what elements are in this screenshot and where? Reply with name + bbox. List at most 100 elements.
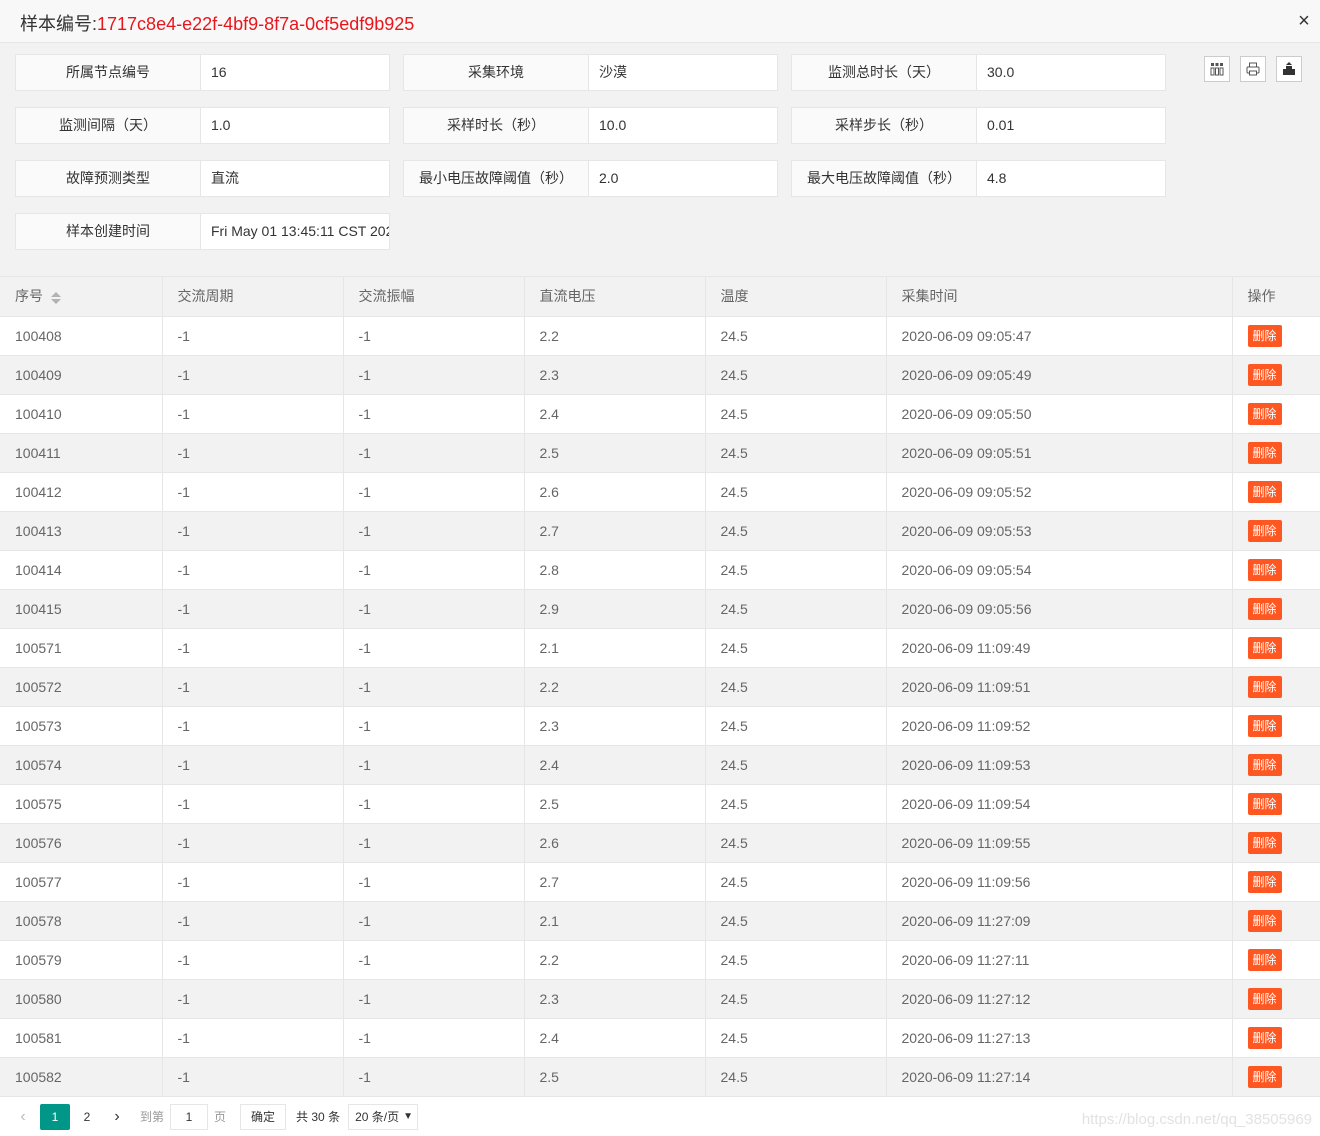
header-dc-voltage: 直流电压 — [524, 277, 706, 317]
cell-actions: 删除 — [1232, 316, 1320, 356]
field-value[interactable]: Fri May 01 13:45:11 CST 2020 — [201, 214, 389, 249]
header-seq[interactable]: 序号 — [0, 277, 163, 317]
field-value[interactable]: 10.0 — [589, 108, 777, 143]
dialog-content: 所属节点编号 16 采集环境 沙漠 监测总时长（天） 30.0 监测间隔（天） 1.0 … — [0, 43, 1320, 1136]
cell-dc-voltage: 2.6 — [524, 823, 706, 863]
delete-button[interactable]: 删除 — [1247, 1026, 1282, 1049]
page-size-value: 20 条/页 — [355, 1109, 400, 1124]
delete-button[interactable]: 删除 — [1247, 714, 1282, 737]
cell-ac-period: -1 — [162, 394, 344, 434]
field-sample-duration: 采样时长（秒） 10.0 — [403, 107, 778, 144]
delete-button[interactable]: 删除 — [1247, 831, 1282, 854]
cell-dc-voltage: 2.3 — [524, 979, 706, 1019]
cell-dc-voltage: 2.7 — [524, 511, 706, 551]
delete-button[interactable]: 删除 — [1247, 519, 1282, 542]
delete-button[interactable]: 删除 — [1247, 909, 1282, 932]
field-value[interactable]: 2.0 — [589, 161, 777, 196]
cell-seq: 100573 — [0, 706, 163, 746]
delete-button[interactable]: 删除 — [1247, 597, 1282, 620]
cell-dc-voltage: 2.2 — [524, 667, 706, 707]
delete-button[interactable]: 删除 — [1247, 402, 1282, 425]
delete-button[interactable]: 删除 — [1247, 987, 1282, 1010]
field-value[interactable]: 16 — [201, 55, 389, 90]
field-value[interactable]: 30.0 — [977, 55, 1165, 90]
cell-dc-voltage: 2.1 — [524, 901, 706, 941]
cell-ac-amplitude: -1 — [343, 550, 525, 590]
delete-button[interactable]: 删除 — [1247, 636, 1282, 659]
field-value[interactable]: 直流 — [201, 161, 389, 196]
close-icon[interactable]: × — [1294, 11, 1314, 31]
cell-ac-amplitude: -1 — [343, 1057, 525, 1097]
cell-seq: 100409 — [0, 355, 163, 395]
cell-ac-amplitude: -1 — [343, 1018, 525, 1058]
field-label: 所属节点编号 — [16, 55, 201, 90]
cell-ac-amplitude: -1 — [343, 628, 525, 668]
field-value[interactable]: 4.8 — [977, 161, 1165, 196]
cell-ac-period: -1 — [162, 628, 344, 668]
cell-collect-time: 2020-06-09 11:09:54 — [886, 784, 1233, 824]
next-page-button[interactable]: › — [104, 1104, 130, 1130]
table-body: 100408 -1 -1 2.2 24.5 2020-06-09 09:05:47 删除 10… — [0, 316, 1320, 1097]
delete-button[interactable]: 删除 — [1247, 441, 1282, 464]
cell-temperature: 24.5 — [705, 823, 887, 863]
cell-temperature: 24.5 — [705, 1057, 887, 1097]
page-2-button[interactable]: 2 — [74, 1104, 100, 1130]
delete-button[interactable]: 删除 — [1247, 1065, 1282, 1088]
cell-seq: 100578 — [0, 901, 163, 941]
delete-button[interactable]: 删除 — [1247, 480, 1282, 503]
table-row: 100411 -1 -1 2.5 24.5 2020-06-09 09:05:51 删除 — [0, 433, 1320, 473]
cell-ac-period: -1 — [162, 745, 344, 785]
cell-collect-time: 2020-06-09 11:27:11 — [886, 940, 1233, 980]
table-row: 100571 -1 -1 2.1 24.5 2020-06-09 11:09:49 删除 — [0, 628, 1320, 668]
cell-dc-voltage: 2.3 — [524, 355, 706, 395]
columns-icon[interactable] — [1204, 56, 1230, 82]
cell-actions: 删除 — [1232, 823, 1320, 863]
field-created-time: 样本创建时间 Fri May 01 13:45:11 CST 2020 — [15, 213, 390, 250]
delete-button[interactable]: 删除 — [1247, 363, 1282, 386]
cell-ac-amplitude: -1 — [343, 316, 525, 356]
sort-icon[interactable] — [51, 291, 61, 305]
field-label: 最小电压故障阈值（秒） — [404, 161, 589, 196]
delete-button[interactable]: 删除 — [1247, 675, 1282, 698]
table-row: 100580 -1 -1 2.3 24.5 2020-06-09 11:27:12 删除 — [0, 979, 1320, 1019]
goto-confirm-button[interactable]: 确定 — [240, 1103, 287, 1130]
delete-button[interactable]: 删除 — [1247, 753, 1282, 776]
cell-dc-voltage: 2.6 — [524, 472, 706, 512]
field-value[interactable]: 1.0 — [201, 108, 389, 143]
cell-seq: 100413 — [0, 511, 163, 551]
delete-button[interactable]: 删除 — [1247, 792, 1282, 815]
cell-dc-voltage: 2.4 — [524, 1018, 706, 1058]
delete-button[interactable]: 删除 — [1247, 948, 1282, 971]
title-label: 样本编号: — [20, 14, 98, 34]
page-size-select[interactable]: 20 条/页 ▼ — [348, 1103, 419, 1130]
field-label: 故障预测类型 — [16, 161, 201, 196]
goto-page-input[interactable]: 1 — [170, 1103, 209, 1130]
cell-collect-time: 2020-06-09 09:05:52 — [886, 472, 1233, 512]
export-icon[interactable] — [1276, 56, 1302, 82]
delete-button[interactable]: 删除 — [1247, 870, 1282, 893]
cell-ac-period: -1 — [162, 940, 344, 980]
cell-actions: 删除 — [1232, 706, 1320, 746]
cell-actions: 删除 — [1232, 472, 1320, 512]
table-row: 100581 -1 -1 2.4 24.5 2020-06-09 11:27:13 删除 — [0, 1018, 1320, 1058]
table-row: 100574 -1 -1 2.4 24.5 2020-06-09 11:09:53 删除 — [0, 745, 1320, 785]
cell-collect-time: 2020-06-09 11:27:12 — [886, 979, 1233, 1019]
field-value[interactable]: 沙漠 — [589, 55, 777, 90]
cell-temperature: 24.5 — [705, 901, 887, 941]
page-1-button[interactable]: 1 — [40, 1103, 70, 1130]
cell-collect-time: 2020-06-09 11:09:53 — [886, 745, 1233, 785]
print-icon[interactable] — [1240, 56, 1266, 82]
prev-page-button[interactable]: ‹ — [10, 1104, 36, 1130]
field-value[interactable]: 0.01 — [977, 108, 1165, 143]
cell-seq: 100571 — [0, 628, 163, 668]
cell-seq: 100414 — [0, 550, 163, 590]
field-interval: 监测间隔（天） 1.0 — [15, 107, 390, 144]
data-table: 序号 交流周期 交流振幅 直流电压 温度 采集时间 操作 100408 -1 -1 2… — [0, 277, 1320, 1097]
field-sample-step: 采样步长（秒） 0.01 — [791, 107, 1166, 144]
delete-button[interactable]: 删除 — [1247, 558, 1282, 581]
delete-button[interactable]: 删除 — [1247, 324, 1282, 347]
cell-ac-period: -1 — [162, 862, 344, 902]
cell-temperature: 24.5 — [705, 745, 887, 785]
field-label: 采样时长（秒） — [404, 108, 589, 143]
cell-ac-amplitude: -1 — [343, 589, 525, 629]
